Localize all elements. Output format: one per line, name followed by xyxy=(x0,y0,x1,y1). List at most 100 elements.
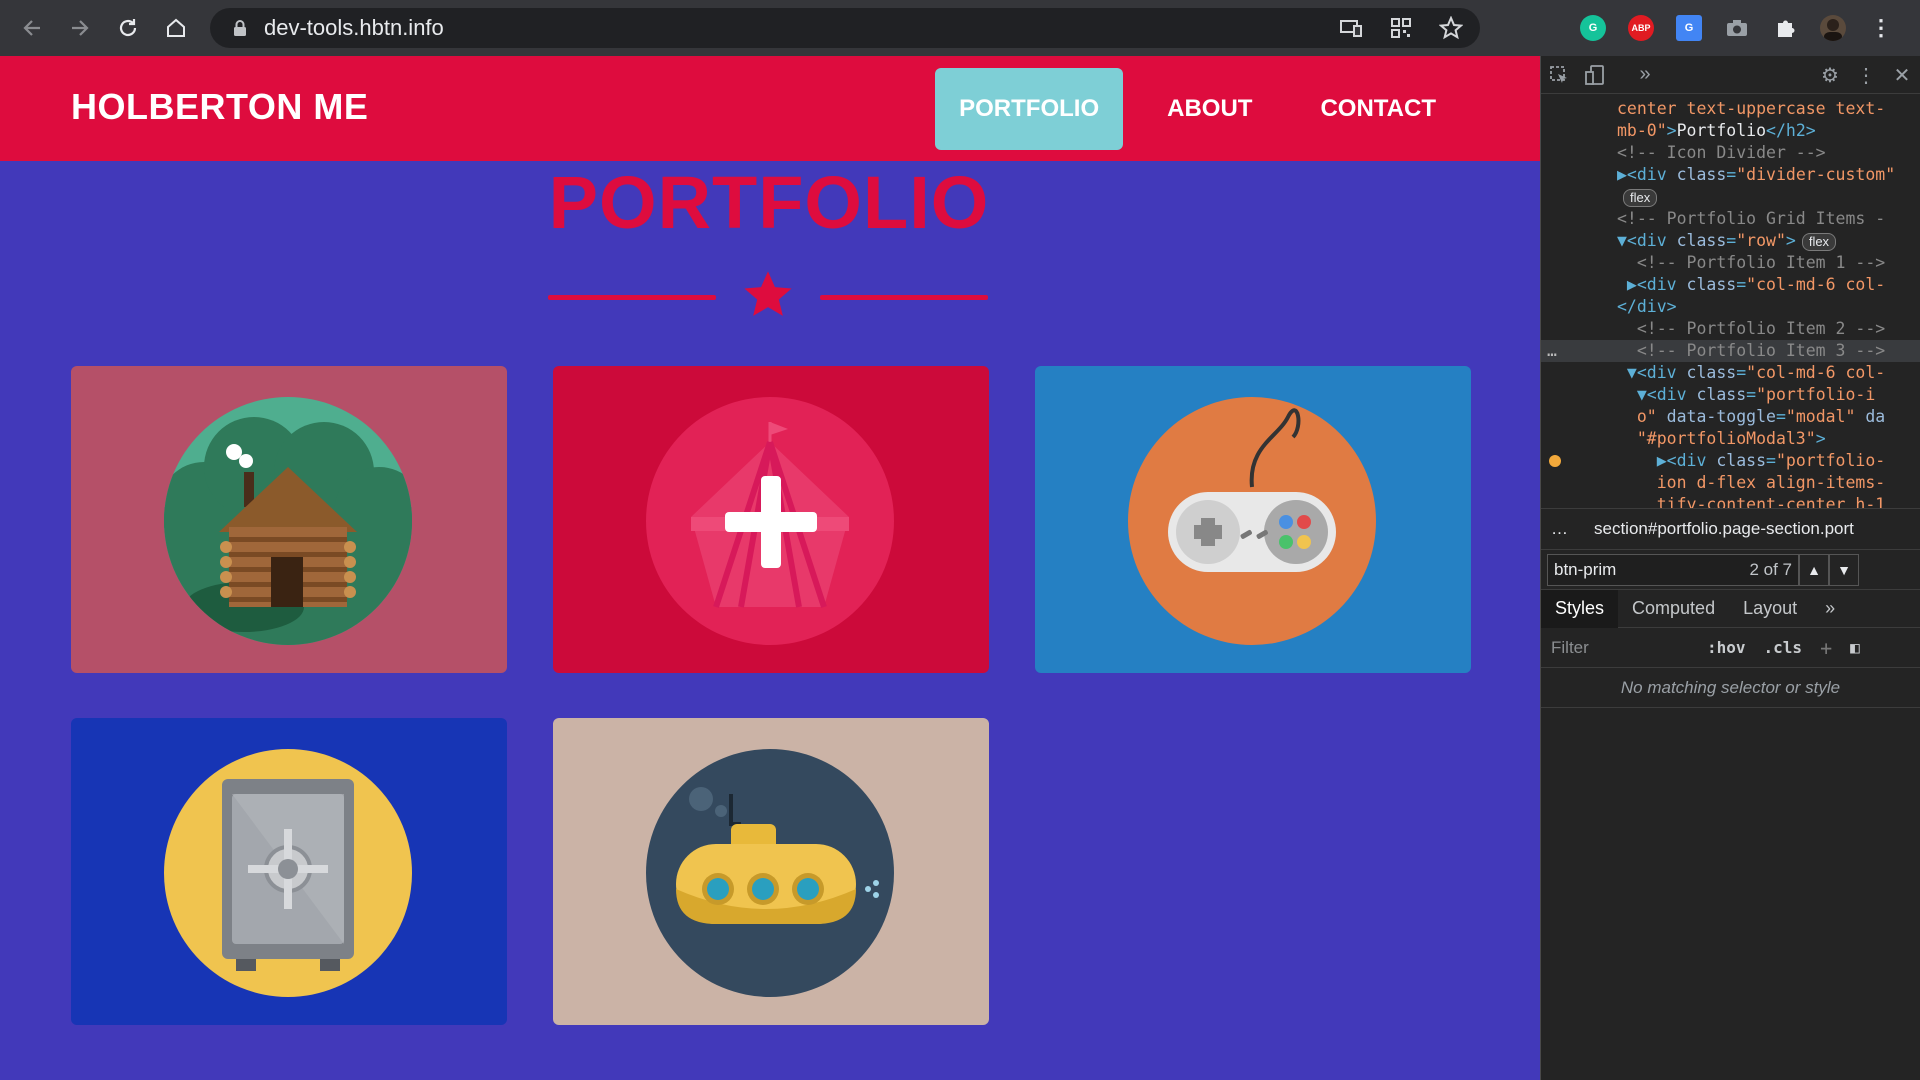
flex-badge[interactable]: flex xyxy=(1623,189,1658,207)
dom-tree-line[interactable]: </div> xyxy=(1541,296,1920,318)
grammarly-extension-icon[interactable]: G xyxy=(1580,15,1606,41)
lock-icon[interactable] xyxy=(228,19,252,37)
styles-filter-input[interactable]: Filter xyxy=(1551,638,1701,658)
cast-icon[interactable] xyxy=(1338,15,1364,41)
code-token: "col-md-6 col- xyxy=(1746,363,1886,382)
more-panels-chevron-icon[interactable]: » xyxy=(1811,590,1849,628)
code-token: Portfolio xyxy=(1676,121,1767,140)
dom-tree-line[interactable]: <!-- Portfolio Item 1 --> xyxy=(1541,252,1920,274)
inspect-element-icon[interactable] xyxy=(1541,56,1577,94)
dom-tree-line[interactable]: ▼<div class="col-md-6 col- xyxy=(1541,362,1920,384)
forward-button[interactable] xyxy=(56,0,104,56)
code-token: da xyxy=(1865,407,1886,426)
new-style-rule-icon[interactable]: + xyxy=(1820,636,1832,660)
nav-link-about[interactable]: ABOUT xyxy=(1143,68,1276,150)
browser-menu-icon[interactable]: ⋮ xyxy=(1868,15,1894,41)
portfolio-item-circus[interactable] xyxy=(553,366,989,673)
nav-link-portfolio[interactable]: PORTFOLIO xyxy=(935,68,1124,150)
no-matching-styles-message: No matching selector or style xyxy=(1541,668,1920,708)
code-token: <!-- Portfolio Item 2 --> xyxy=(1617,319,1886,338)
flex-badge[interactable]: flex xyxy=(1801,233,1837,251)
code-token: > xyxy=(1785,231,1796,250)
settings-gear-icon[interactable]: ⚙ xyxy=(1812,56,1848,94)
search-value: btn-prim xyxy=(1554,559,1617,579)
devtools-panel: » ⚙ ⋮ ✕ center text-uppercase text-mb-0"… xyxy=(1540,56,1920,1080)
tab-styles[interactable]: Styles xyxy=(1541,589,1619,628)
qr-code-icon[interactable] xyxy=(1388,15,1414,41)
search-next-button[interactable]: ▼ xyxy=(1829,553,1859,586)
node-ellipsis-icon[interactable]: … xyxy=(1547,340,1557,362)
code-token: <!-- Portfolio Item 3 --> xyxy=(1617,341,1886,360)
nav-link-contact[interactable]: CONTACT xyxy=(1296,68,1460,150)
code-token: "portfolio-i xyxy=(1756,385,1876,404)
address-bar[interactable]: dev-tools.hbtn.info xyxy=(210,8,1480,48)
dom-tree-line[interactable]: "#portfolioModal3"> xyxy=(1541,428,1920,450)
tab-computed[interactable]: Computed xyxy=(1618,590,1729,628)
portfolio-item-submarine[interactable] xyxy=(553,718,989,1025)
code-token: = xyxy=(1736,363,1747,382)
toggle-sidebar-icon[interactable]: ◧ xyxy=(1850,638,1860,657)
code-token: </h2> xyxy=(1766,121,1816,140)
hov-toggle[interactable]: :hov xyxy=(1707,638,1746,657)
dom-tree-line[interactable]: … <!-- Portfolio Item 3 --> xyxy=(1541,340,1920,362)
cabin-icon xyxy=(164,397,412,645)
website-viewport: HOLBERTON ME PORTFOLIO ABOUT CONTACT POR… xyxy=(0,56,1540,1080)
dom-tree-line[interactable]: ion d-flex align-items- xyxy=(1541,472,1920,494)
code-token: "#portfolioModal3" xyxy=(1617,429,1816,448)
dom-tree-line[interactable]: ▶<div class="divider-custom" xyxy=(1541,164,1920,186)
tab-layout[interactable]: Layout xyxy=(1729,590,1811,628)
breadcrumb-ellipsis[interactable]: … xyxy=(1551,519,1568,539)
dom-tree-line[interactable]: o" data-toggle="modal" da xyxy=(1541,406,1920,428)
site-brand[interactable]: HOLBERTON ME xyxy=(71,86,368,128)
breadcrumb: … section#portfolio.page-section.port xyxy=(1541,508,1920,550)
game-controller-icon xyxy=(1128,397,1376,645)
code-token: mb-0" xyxy=(1617,121,1667,140)
arrow-left-icon xyxy=(23,20,40,36)
adblock-plus-extension-icon[interactable]: ABP xyxy=(1628,15,1654,41)
close-devtools-icon[interactable]: ✕ xyxy=(1884,56,1920,94)
search-prev-button[interactable]: ▲ xyxy=(1799,553,1829,586)
device-toggle-icon[interactable] xyxy=(1577,56,1613,94)
cls-toggle[interactable]: .cls xyxy=(1764,638,1803,657)
dom-tree-line[interactable]: ▶<div class="col-md-6 col- xyxy=(1541,274,1920,296)
code-token: class xyxy=(1716,451,1767,470)
elements-tree[interactable]: center text-uppercase text-mb-0">Portfol… xyxy=(1541,94,1920,508)
dom-tree-line[interactable]: mb-0">Portfolio</h2> xyxy=(1541,120,1920,142)
dom-tree-line[interactable]: center text-uppercase text- xyxy=(1541,98,1920,120)
camera-icon[interactable] xyxy=(1724,15,1750,41)
more-tabs-chevron-icon[interactable]: » xyxy=(1627,56,1663,94)
dom-tree-line[interactable]: <!-- Portfolio Item 2 --> xyxy=(1541,318,1920,340)
portfolio-item-safe[interactable] xyxy=(71,718,507,1025)
back-button[interactable] xyxy=(8,0,56,56)
code-token: "portfolio- xyxy=(1775,451,1886,470)
reload-button[interactable] xyxy=(104,0,152,56)
google-translate-extension-icon[interactable]: G xyxy=(1676,15,1702,41)
code-token: </div> xyxy=(1617,297,1677,316)
dom-tree-line[interactable]: <!-- Portfolio Grid Items - xyxy=(1541,208,1920,230)
dom-tree-line[interactable]: ▶<div class="portfolio- xyxy=(1541,450,1920,472)
star-icon xyxy=(744,271,792,316)
code-token: class xyxy=(1676,231,1727,250)
dom-tree-line[interactable]: flex xyxy=(1541,186,1920,208)
code-token: > xyxy=(1815,429,1826,448)
devtools-menu-icon[interactable]: ⋮ xyxy=(1848,56,1884,94)
profile-avatar[interactable] xyxy=(1820,15,1846,41)
puzzle-extensions-icon[interactable] xyxy=(1772,15,1798,41)
safe-icon xyxy=(164,749,412,997)
portfolio-item-cabin[interactable] xyxy=(71,366,507,673)
portfolio-heading: PORTFOLIO xyxy=(548,161,990,244)
portfolio-item-controller[interactable] xyxy=(1035,366,1471,673)
dom-tree-line[interactable]: tify-content-center h-1 xyxy=(1541,494,1920,508)
code-token: class xyxy=(1686,275,1737,294)
dom-search-input[interactable]: btn-prim 2 of 7 xyxy=(1547,553,1799,586)
dom-tree-line[interactable]: ▼<div class="portfolio-i xyxy=(1541,384,1920,406)
code-token: class xyxy=(1696,385,1747,404)
code-token: = xyxy=(1726,231,1737,250)
bookmark-star-icon[interactable] xyxy=(1438,15,1464,41)
dom-tree-line[interactable]: <!-- Icon Divider --> xyxy=(1541,142,1920,164)
dom-tree-line[interactable]: ▼<div class="row"> flex xyxy=(1541,230,1920,252)
code-token: = xyxy=(1736,275,1747,294)
home-button[interactable] xyxy=(152,0,200,56)
icon-divider xyxy=(548,266,988,326)
breadcrumb-current[interactable]: section#portfolio.page-section.port xyxy=(1594,519,1854,539)
